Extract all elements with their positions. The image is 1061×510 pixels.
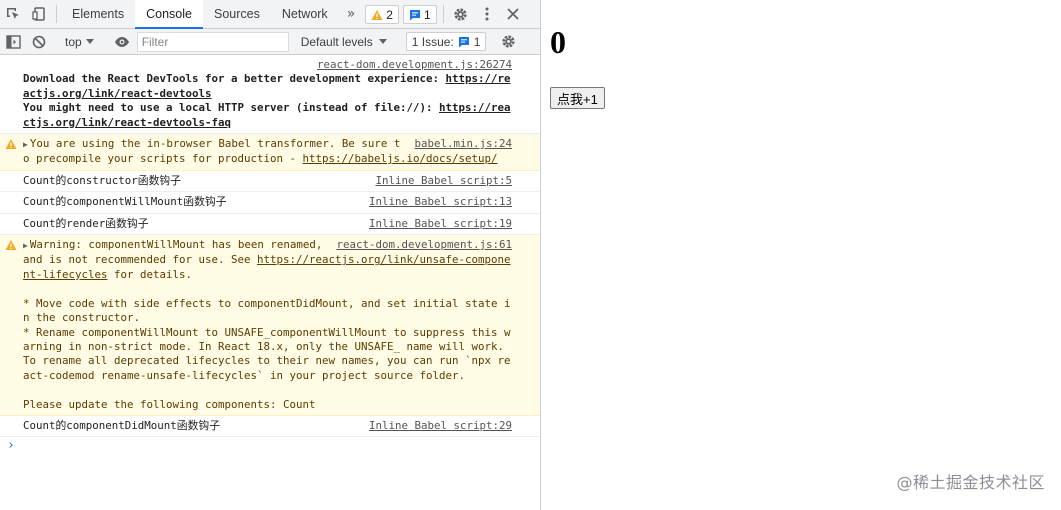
message-source-link[interactable]: Inline Babel script:13 <box>369 195 512 209</box>
message-text-part: Download the React DevTools for a better… <box>23 72 446 86</box>
context-label: top <box>65 34 82 49</box>
message-text-part: for details. * Move code with side effec… <box>23 267 511 411</box>
warning-icon <box>5 240 17 251</box>
console-messages: react-dom.development.js:26274 Download … <box>0 55 540 454</box>
message-source-link[interactable]: babel.min.js:24 <box>414 137 512 151</box>
devtools-panel: Elements Console Sources Network » 2 1 t… <box>0 0 541 510</box>
live-expression-eye-icon[interactable] <box>109 36 135 48</box>
issues-count: 1 <box>473 34 481 49</box>
divider <box>442 5 444 23</box>
watermark-text: @稀土掘金技术社区 <box>896 473 1045 492</box>
message-source-link[interactable]: Inline Babel script:29 <box>369 419 512 433</box>
context-selector[interactable]: top <box>61 35 100 49</box>
message-source-link[interactable]: react-dom.development.js:61 <box>336 238 512 252</box>
issues-button[interactable]: 1 Issue: 1 <box>405 32 487 51</box>
message-count: 1 <box>423 7 431 22</box>
tab-console[interactable]: Console <box>135 0 203 29</box>
warning-counter-button[interactable]: 2 <box>365 5 399 24</box>
message-source-link[interactable]: react-dom.development.js:26274 <box>31 58 512 72</box>
warning-icon <box>371 9 383 20</box>
message-source-link[interactable]: Inline Babel script:19 <box>369 217 512 231</box>
tab-elements[interactable]: Elements <box>61 0 135 28</box>
count-heading: 0 <box>550 24 566 60</box>
more-options-icon[interactable] <box>474 0 500 28</box>
message-counter-button[interactable]: 1 <box>402 5 437 24</box>
page-viewport: 0 点我+1 @稀土掘金技术社区 <box>542 0 1061 510</box>
message-text: ▶ Warning: componentWillMount has been re… <box>23 238 512 412</box>
log-levels-label: Default levels <box>300 34 373 49</box>
message-text: You might need to use a local HTTP serve… <box>23 101 512 130</box>
console-message-log: Inline Babel script:13 Count的componentWi… <box>0 192 540 214</box>
more-tabs-button[interactable]: » <box>339 0 364 28</box>
console-prompt[interactable]: › <box>0 437 540 453</box>
dropdown-arrow-icon <box>378 38 387 44</box>
tab-sources[interactable]: Sources <box>203 0 271 28</box>
expand-triangle-icon[interactable]: ▶ <box>23 140 28 149</box>
devtools-tab-bar: Elements Console Sources Network » 2 1 <box>0 0 540 29</box>
settings-gear-icon[interactable] <box>448 0 474 28</box>
warning-icon <box>5 139 17 150</box>
console-message-warning: react-dom.development.js:61 ▶ Warning: co… <box>0 235 540 416</box>
warning-count: 2 <box>386 7 393 22</box>
console-message-log: Inline Babel script:19 Count的render函数钩子 <box>0 214 540 236</box>
log-levels-dropdown[interactable]: Default levels <box>295 35 393 49</box>
filter-input[interactable]: Filter <box>136 31 289 52</box>
console-message-log: Inline Babel script:5 Count的constructor函… <box>0 171 540 193</box>
tab-network[interactable]: Network <box>271 0 339 28</box>
clear-console-icon[interactable] <box>26 35 52 49</box>
console-toolbar: top Filter Default levels 1 Issue: 1 <box>0 29 540 55</box>
console-message-log: Inline Babel script:29 Count的componentDi… <box>0 416 540 438</box>
console-message-log: react-dom.development.js:26274 Download … <box>0 55 540 135</box>
divider <box>56 5 57 23</box>
expand-triangle-icon[interactable]: ▶ <box>23 241 28 250</box>
increment-button[interactable]: 点我+1 <box>550 87 605 109</box>
issues-label: 1 Issue: <box>411 34 454 49</box>
close-icon[interactable] <box>500 0 526 28</box>
inspect-element-icon[interactable] <box>0 0 26 28</box>
console-settings-gear-icon[interactable] <box>495 34 521 49</box>
message-text-part: You might need to use a local HTTP serve… <box>23 101 440 115</box>
sidebar-toggle-icon[interactable] <box>0 34 26 49</box>
message-url-link[interactable]: https://babeljs.io/docs/setup/ <box>303 152 498 165</box>
device-toolbar-icon[interactable] <box>26 0 52 28</box>
message-icon <box>458 36 469 47</box>
dropdown-arrow-icon <box>85 38 94 44</box>
message-source-link[interactable]: Inline Babel script:5 <box>375 174 512 188</box>
console-message-warning: babel.min.js:24 ▶ You are using the in-br… <box>0 134 540 171</box>
message-text: Download the React DevTools for a better… <box>23 72 512 101</box>
message-icon <box>409 9 420 20</box>
